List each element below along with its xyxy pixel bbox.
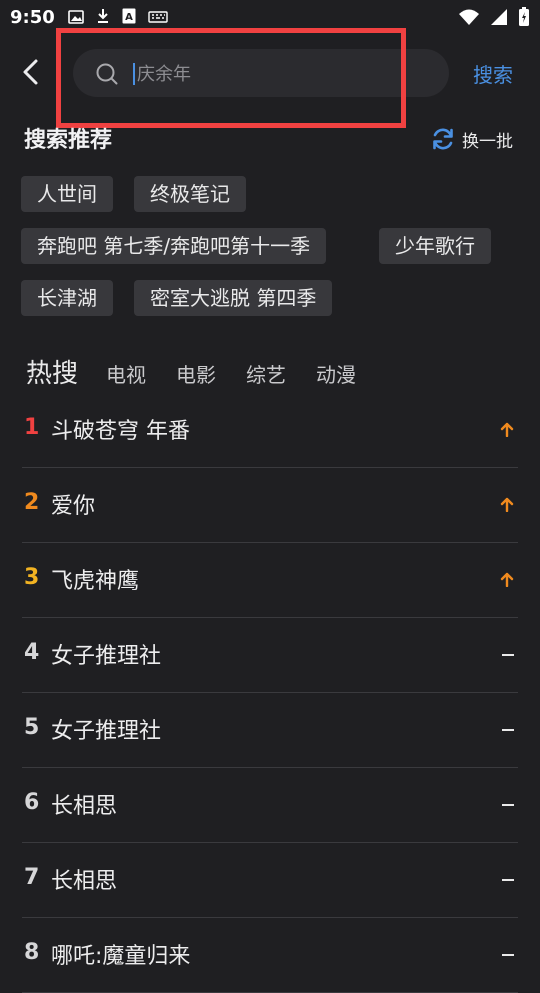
hot-list-item[interactable]: 3 飞虎神鹰 — [22, 542, 518, 618]
search-button[interactable]: 搜索 — [473, 59, 513, 88]
signal-icon — [490, 8, 508, 30]
recommend-title: 搜索推荐 — [24, 128, 113, 153]
hot-rank: 6 — [24, 790, 40, 815]
hot-list-item[interactable]: 8 哪吒:魔童归来 — [22, 917, 518, 993]
status-icons-left: A — [68, 8, 168, 28]
recommend-tag[interactable]: 长津湖 — [21, 280, 113, 316]
tab-tv[interactable]: 电视 — [106, 359, 146, 388]
hot-list-item[interactable]: 6 长相思 — [22, 767, 518, 843]
status-icons-right — [458, 7, 530, 31]
tab-anime[interactable]: 动漫 — [316, 359, 356, 388]
a-icon: A — [122, 8, 136, 28]
tab-hot[interactable]: 热搜 — [26, 353, 78, 390]
hot-rank: 4 — [24, 640, 40, 665]
hot-list-item[interactable]: 2 爱你 — [22, 467, 518, 543]
hot-title: 女子推理社 — [51, 644, 162, 669]
hot-list-item[interactable]: 7 长相思 — [22, 842, 518, 918]
refresh-icon — [433, 128, 453, 150]
hot-rank: 5 — [24, 715, 40, 740]
keyboard-icon — [148, 9, 168, 28]
hot-rank: 2 — [24, 490, 40, 515]
hot-rank: 1 — [24, 415, 40, 440]
hot-tabs: 热搜 电视 电影 综艺 动漫 — [26, 353, 386, 390]
hot-list-item[interactable]: 1 斗破苍穹 年番 — [22, 392, 518, 468]
hot-title: 长相思 — [51, 869, 118, 894]
image-icon — [68, 9, 84, 28]
hot-title: 女子推理社 — [51, 719, 162, 744]
recommend-tag[interactable]: 人世间 — [21, 176, 113, 212]
hot-rank: 7 — [24, 865, 40, 890]
hot-title: 长相思 — [51, 794, 118, 819]
status-time: 9:50 — [10, 7, 55, 28]
trend-up-icon — [500, 497, 514, 512]
battery-icon — [518, 7, 530, 31]
trend-flat-icon — [502, 804, 514, 806]
hot-title: 飞虎神鹰 — [51, 569, 140, 594]
recommend-tag[interactable]: 密室大逃脱 第四季 — [134, 280, 333, 316]
trend-flat-icon — [502, 879, 514, 881]
wifi-icon — [458, 8, 480, 30]
recommend-tag[interactable]: 奔跑吧 第七季/奔跑吧第十一季 — [21, 228, 327, 264]
trend-flat-icon — [502, 654, 514, 656]
back-button[interactable] — [14, 54, 50, 90]
trend-up-icon — [500, 422, 514, 437]
hot-title: 斗破苍穹 年番 — [51, 419, 190, 444]
trend-flat-icon — [502, 729, 514, 731]
recommend-tag[interactable]: 终极笔记 — [134, 176, 246, 212]
hot-title: 哪吒:魔童归来 — [51, 944, 191, 969]
trend-up-icon — [500, 572, 514, 587]
hot-rank: 8 — [24, 940, 40, 965]
hot-list-item[interactable]: 5 女子推理社 — [22, 692, 518, 768]
refresh-button[interactable]: 换一批 — [430, 126, 513, 152]
back-arrow-icon — [23, 59, 38, 85]
highlight-box — [56, 28, 406, 128]
refresh-label: 换一批 — [462, 131, 513, 152]
hot-list-item[interactable]: 4 女子推理社 — [22, 617, 518, 693]
hot-rank: 3 — [24, 565, 40, 590]
download-icon — [96, 8, 110, 28]
tab-movie[interactable]: 电影 — [176, 359, 216, 388]
tab-variety[interactable]: 综艺 — [246, 359, 286, 388]
recommend-tag[interactable]: 少年歌行 — [379, 228, 491, 264]
svg-text:A: A — [125, 12, 133, 23]
hot-title: 爱你 — [51, 494, 96, 519]
trend-flat-icon — [502, 954, 514, 956]
